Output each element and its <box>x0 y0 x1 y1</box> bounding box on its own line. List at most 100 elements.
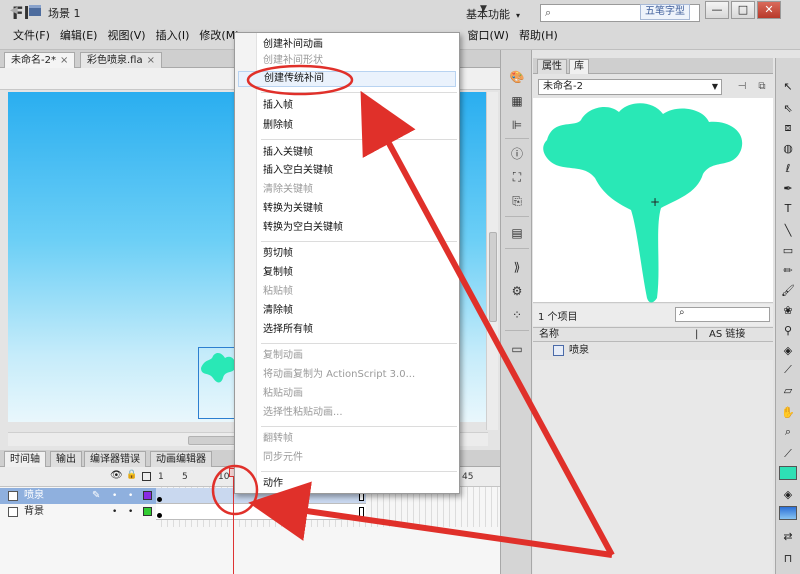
snap-to-objects-icon[interactable]: ⊓ <box>780 550 796 566</box>
brush-tool-icon[interactable]: 🖌 <box>780 282 796 298</box>
close-icon[interactable]: × <box>147 55 155 66</box>
line-tool-icon[interactable]: ╲ <box>780 222 796 238</box>
lock-dot[interactable]: • <box>128 488 133 504</box>
ctx-convert-to-blank-keyframes[interactable]: 转换为空白关键帧 <box>263 221 343 235</box>
keyframe[interactable] <box>157 497 162 502</box>
library-empty-area <box>533 360 773 574</box>
tab-properties[interactable]: 属性 <box>537 59 567 74</box>
new-library-icon[interactable]: ⧉ <box>754 79 770 95</box>
layer-color-swatch[interactable] <box>143 507 152 516</box>
ctx-remove-frames[interactable]: 删除帧 <box>263 119 293 133</box>
tab-compiler-errors[interactable]: 编译器错误 <box>84 451 146 467</box>
layer-color-swatch[interactable] <box>143 491 152 500</box>
ctx-insert-frame[interactable]: 插入帧 <box>263 99 293 113</box>
transform-panel-icon[interactable]: ⛶ <box>508 168 526 186</box>
menu-file[interactable]: 文件(F) <box>8 28 55 44</box>
bone-tool-icon[interactable]: ⚲ <box>780 322 796 338</box>
ctx-insert-blank-keyframe[interactable]: 插入空白关键帧 <box>263 164 333 178</box>
ctx-create-classic-tween[interactable]: 创建传统补间 <box>238 71 456 87</box>
fill-color-swatch[interactable] <box>779 506 797 520</box>
maximize-button[interactable]: □ <box>731 1 755 19</box>
ctx-copy-frames[interactable]: 复制帧 <box>263 266 293 280</box>
scene-name[interactable]: 场景 1 <box>48 5 81 21</box>
free-transform-tool-icon[interactable]: ⧈ <box>780 120 796 136</box>
ctx-cut-frames[interactable]: 剪切帧 <box>263 247 293 261</box>
fountain-preview-graphic: + <box>543 103 743 303</box>
swatches-panel-icon[interactable]: ▦ <box>508 92 526 110</box>
pencil-tool-icon[interactable]: ✏ <box>780 262 796 278</box>
swap-colors-icon[interactable]: ⇄ <box>780 528 796 544</box>
pen-tool-icon[interactable]: ✒ <box>780 180 796 196</box>
components-panel-icon[interactable]: ▤ <box>508 224 526 242</box>
menu-help[interactable]: 帮助(H) <box>514 28 563 44</box>
ctx-convert-to-keyframes[interactable]: 转换为关键帧 <box>263 202 323 216</box>
menu-window[interactable]: 窗口(W) <box>462 28 513 44</box>
back-arrow-icon[interactable]: ◀ <box>10 5 18 16</box>
eye-icon[interactable]: 👁 <box>110 470 123 481</box>
menu-view[interactable]: 视图(V) <box>102 28 150 44</box>
library-document-select[interactable]: 未命名-2 ▼ <box>538 79 722 95</box>
ctx-insert-keyframe[interactable]: 插入关键帧 <box>263 146 313 160</box>
ctx-select-all-frames[interactable]: 选择所有帧 <box>263 323 313 337</box>
end-frame[interactable] <box>359 507 364 517</box>
ctx-actions[interactable]: 动作 <box>263 477 283 491</box>
close-button[interactable]: ✕ <box>757 1 781 19</box>
lock-icon[interactable]: 🔒 <box>126 470 137 480</box>
tab-motion-editor[interactable]: 动画编辑器 <box>150 451 212 467</box>
project-panel-icon[interactable]: ⚙ <box>508 282 526 300</box>
visibility-dot[interactable]: • <box>112 488 117 504</box>
behaviors-panel-icon[interactable]: ⁘ <box>508 306 526 324</box>
scroll-thumb[interactable] <box>489 232 497 322</box>
layer-row-fountain[interactable]: 喷泉 ✎ • • <box>0 488 156 504</box>
menu-insert[interactable]: 插入(I) <box>151 28 195 44</box>
doc-tab-fountain[interactable]: 彩色喷泉.fla × <box>80 52 162 68</box>
lock-dot[interactable]: • <box>128 504 133 520</box>
paint-bucket-tool-icon[interactable]: ◈ <box>780 342 796 358</box>
zoom-tool-icon[interactable]: ⌕ <box>780 424 796 440</box>
keyframe[interactable] <box>157 513 162 518</box>
fountain-graphic <box>201 352 236 383</box>
history-panel-icon[interactable]: ▭ <box>508 340 526 358</box>
ctx-create-motion-tween[interactable]: 创建补间动画 <box>263 38 323 52</box>
doc-tab-untitled[interactable]: 未命名-2* × <box>4 52 76 68</box>
ctx-copy-motion: 复制动画 <box>263 350 303 361</box>
ctx-clear-frames[interactable]: 清除帧 <box>263 304 293 318</box>
frame-span-background[interactable] <box>156 504 366 520</box>
tab-library[interactable]: 库 <box>569 59 589 74</box>
align-panel-icon[interactable]: ⊫ <box>508 116 526 134</box>
outline-icon[interactable] <box>142 472 151 481</box>
info-panel-icon[interactable]: ⓘ <box>508 144 526 162</box>
chevron-down-icon[interactable]: ▼ <box>480 4 494 18</box>
library-document-name: 未命名-2 <box>543 81 583 92</box>
selection-tool-icon[interactable]: ↖ <box>780 78 796 94</box>
tab-timeline[interactable]: 时间轴 <box>4 451 46 467</box>
tab-output[interactable]: 输出 <box>50 451 82 467</box>
close-icon[interactable]: × <box>60 55 68 66</box>
stroke-color-swatch[interactable] <box>779 466 797 480</box>
column-name[interactable]: 名称 <box>539 328 559 341</box>
visibility-dot[interactable]: • <box>112 504 117 520</box>
stage-vertical-scrollbar[interactable] <box>486 92 498 430</box>
eyedropper-tool-icon[interactable]: ⟋ <box>780 362 796 378</box>
layer-row-background[interactable]: 背景 • • <box>0 504 156 520</box>
library-item-row[interactable]: 喷泉 <box>533 343 773 359</box>
rectangle-tool-icon[interactable]: ▭ <box>780 242 796 258</box>
color-panel-icon[interactable]: 🎨 <box>508 68 526 86</box>
minimize-button[interactable]: — <box>705 1 729 19</box>
deco-tool-icon[interactable]: ❀ <box>780 302 796 318</box>
lasso-tool-icon[interactable]: ℓ <box>780 160 796 176</box>
3d-rotation-tool-icon[interactable]: ◍ <box>780 140 796 156</box>
motion-presets-icon[interactable]: ⟫ <box>508 258 526 276</box>
fill-color-icon[interactable]: ◈ <box>780 486 796 502</box>
menu-edit[interactable]: 编辑(E) <box>55 28 103 44</box>
text-tool-icon[interactable]: T <box>780 200 796 216</box>
library-search-input[interactable]: ⌕ <box>675 307 770 322</box>
stage-fountain-shape[interactable] <box>198 347 238 419</box>
stroke-color-icon[interactable]: ⟋ <box>780 446 796 462</box>
hand-tool-icon[interactable]: ✋ <box>780 404 796 420</box>
eraser-tool-icon[interactable]: ▱ <box>780 382 796 398</box>
code-snippets-icon[interactable]: ⎘ <box>508 192 526 210</box>
subselection-tool-icon[interactable]: ⇖ <box>780 100 796 116</box>
pin-icon[interactable]: ⊣ <box>734 79 750 95</box>
column-as-linkage[interactable]: AS 链接 <box>709 328 745 341</box>
